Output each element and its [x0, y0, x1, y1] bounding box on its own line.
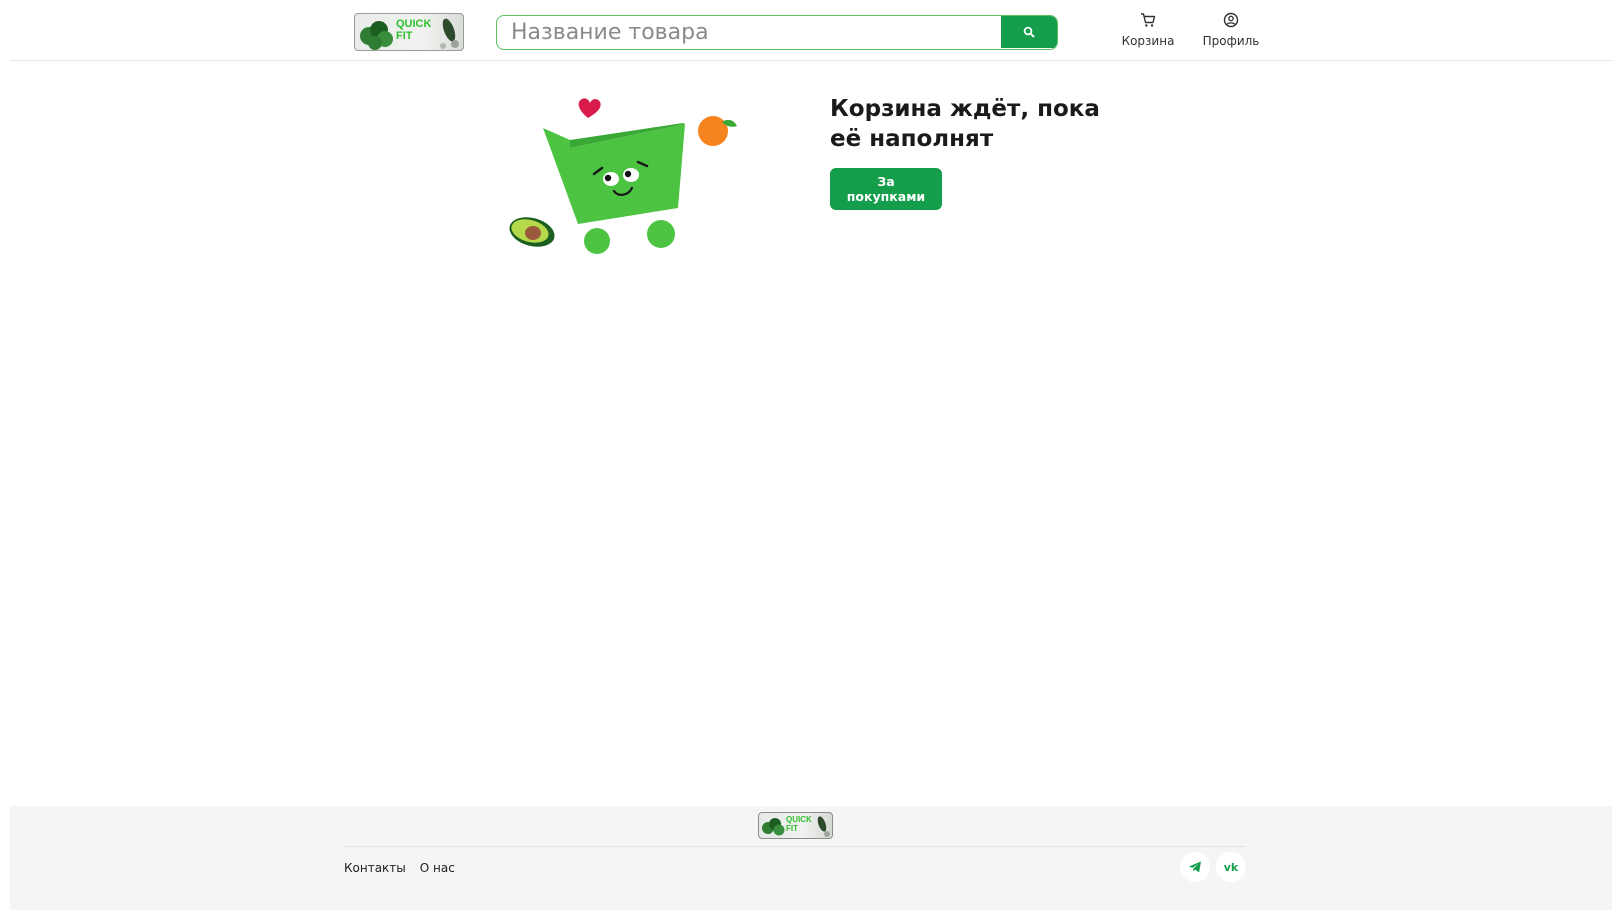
page: QUICK FIT Корзина	[10, 0, 1612, 910]
telegram-icon	[1189, 861, 1201, 873]
nav-profile-label: Профиль	[1202, 34, 1260, 48]
vk-icon: vk	[1223, 860, 1239, 874]
nav-cart[interactable]: Корзина	[1118, 12, 1178, 48]
footer-logo-text: QUICK FIT	[786, 815, 812, 833]
logo-text: QUICK FIT	[396, 18, 432, 42]
footer-logo[interactable]: QUICK FIT	[758, 812, 833, 839]
logo[interactable]: QUICK FIT	[354, 13, 464, 51]
go-shopping-button[interactable]: За покупками	[830, 168, 942, 210]
footer-link-about[interactable]: О нас	[420, 861, 455, 875]
empty-cart-title: Корзина ждёт, пока её наполнят	[830, 96, 1100, 152]
heart-icon	[578, 98, 601, 118]
orange-icon	[698, 116, 728, 146]
search-button[interactable]	[1001, 16, 1057, 48]
telegram-button[interactable]	[1180, 852, 1210, 882]
search-icon	[1023, 26, 1035, 38]
footer-divider	[344, 846, 1246, 847]
footer-links: Контакты О нас	[344, 861, 455, 875]
footer-link-contacts[interactable]: Контакты	[344, 861, 406, 875]
nav-cart-label: Корзина	[1121, 34, 1175, 48]
nav-profile[interactable]: Профиль	[1198, 12, 1264, 48]
header: QUICK FIT Корзина	[10, 0, 1612, 61]
footer: QUICK FIT Контакты О нас vk	[10, 806, 1612, 910]
cart-icon	[1141, 13, 1156, 27]
vk-button[interactable]: vk	[1216, 852, 1246, 882]
profile-icon	[1223, 12, 1239, 28]
empty-cart-illustration	[509, 98, 737, 254]
search-box	[496, 15, 1058, 50]
search-input[interactable]	[497, 16, 1001, 48]
